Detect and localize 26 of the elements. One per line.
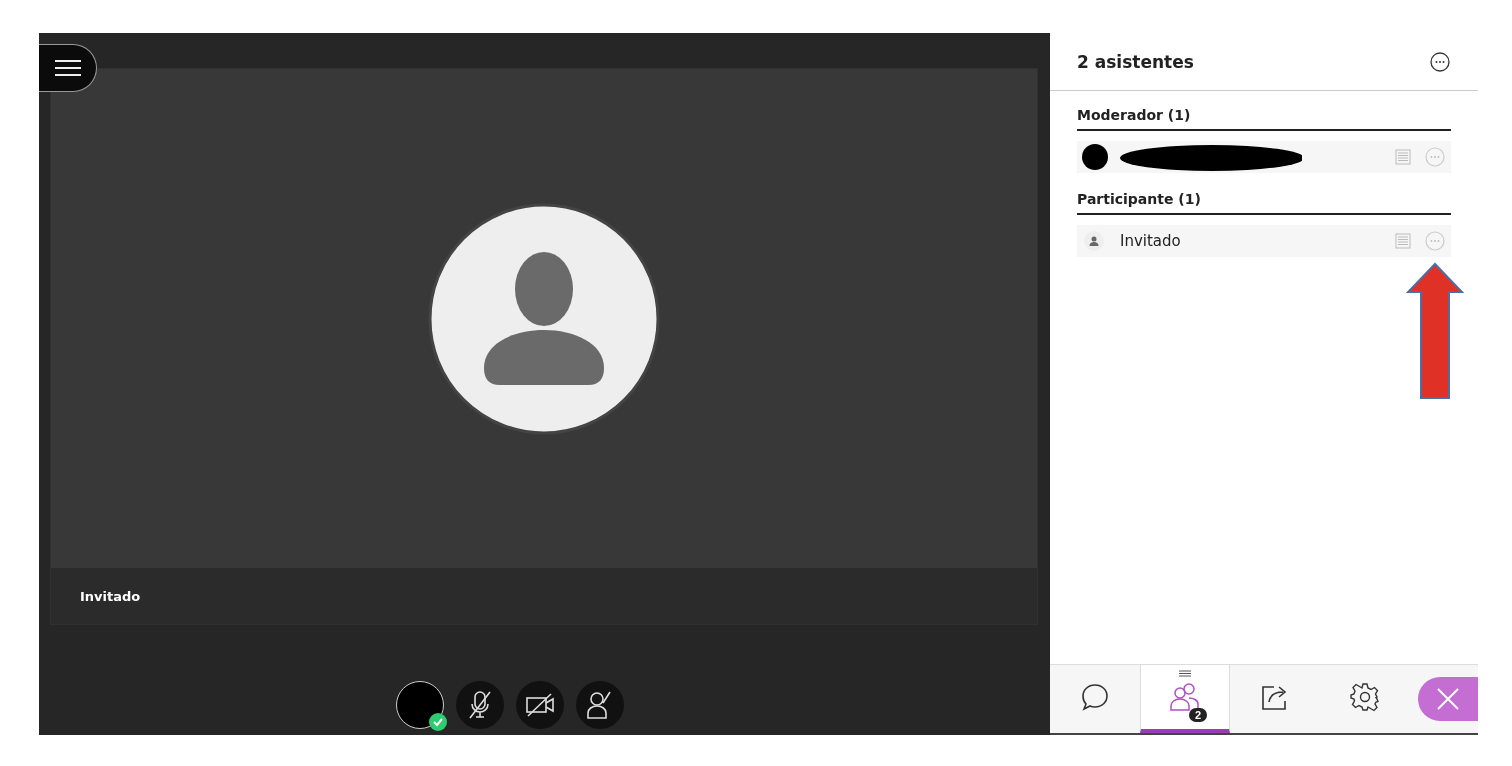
drag-handle-icon bbox=[1179, 670, 1191, 677]
group-heading: Participante (1) bbox=[1077, 191, 1451, 215]
person-avatar-icon bbox=[428, 202, 660, 435]
person-icon bbox=[1084, 231, 1104, 251]
menu-icon bbox=[53, 59, 82, 77]
raised-hand-person-icon bbox=[585, 690, 614, 720]
microphone-off-icon bbox=[466, 690, 493, 720]
close-icon bbox=[1436, 687, 1460, 711]
profile-button[interactable] bbox=[395, 681, 444, 729]
attendee-name: Invitado bbox=[1120, 232, 1181, 250]
attendees-tab[interactable]: 2 bbox=[1140, 665, 1230, 733]
people-icon bbox=[1169, 682, 1201, 712]
menu-button[interactable] bbox=[39, 44, 97, 92]
chat-bubble-icon bbox=[1080, 682, 1110, 712]
raise-hand-button[interactable] bbox=[575, 681, 624, 729]
participant-name: Invitado bbox=[80, 588, 141, 604]
camera-button[interactable] bbox=[515, 681, 564, 729]
microphone-button[interactable] bbox=[455, 681, 504, 729]
attendee-count-badge: 2 bbox=[1188, 708, 1207, 722]
panel-title: 2 asistentes bbox=[1077, 51, 1194, 72]
camera-off-icon bbox=[524, 693, 555, 717]
more-options-icon[interactable] bbox=[1430, 51, 1450, 72]
group-heading: Moderador (1) bbox=[1077, 107, 1451, 131]
check-icon bbox=[428, 713, 447, 731]
close-button[interactable] bbox=[1418, 677, 1478, 721]
settings-icon bbox=[1350, 682, 1380, 712]
